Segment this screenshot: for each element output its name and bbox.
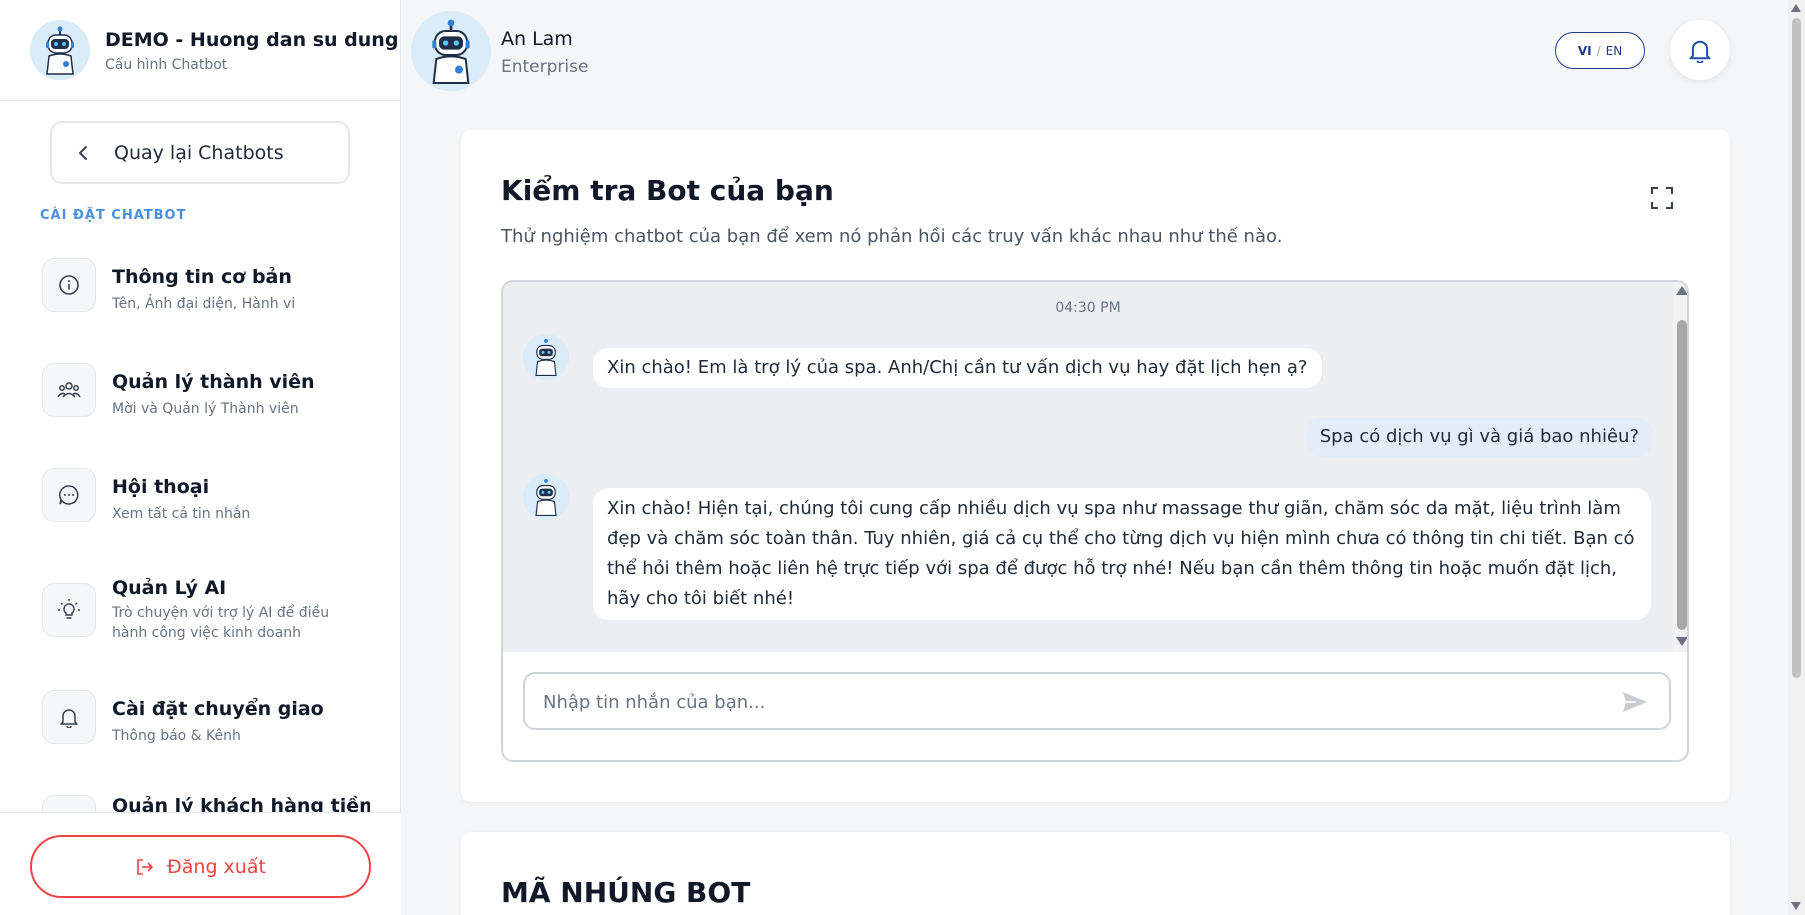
test-bot-card: Kiểm tra Bot của bạn Thử nghiệm chatbot …	[461, 130, 1730, 802]
chat-scrollbar[interactable]	[1673, 282, 1687, 652]
sidebar-item-desc: Trò chuyện với trợ lý AI để điều hành cô…	[112, 605, 330, 641]
back-to-chatbots-button[interactable]: Quay lại Chatbots	[50, 121, 350, 184]
embed-card-title: MÃ NHÚNG BOT	[501, 876, 751, 909]
message-timestamp: 04:30 PM	[1055, 300, 1121, 316]
scroll-thumb[interactable]	[1677, 320, 1687, 630]
bot-message: Xin chào! Hiện tại, chúng tôi cung cấp n…	[593, 488, 1651, 620]
sidebar-item-label: Cài đặt chuyển giao	[112, 698, 324, 720]
logout-icon	[137, 858, 154, 875]
send-icon[interactable]	[1620, 687, 1650, 717]
sidebar-item-desc: Tên, Ảnh đại diện, Hành vi	[112, 296, 296, 312]
card-description: Thử nghiệm chatbot của bạn để xem nó phả…	[501, 226, 1283, 247]
notifications-button[interactable]	[1670, 20, 1730, 80]
sidebar-item-label: Quản Lý AI	[112, 577, 227, 599]
sidebar-item-leads[interactable]: Quản lý khách hàng tiềm	[40, 795, 370, 812]
info-icon	[42, 258, 96, 312]
scroll-up-arrow-icon[interactable]	[1676, 286, 1687, 295]
robot-icon	[411, 11, 491, 91]
scroll-down-arrow-icon[interactable]	[1676, 637, 1687, 646]
sidebar: DEMO - Huong dan su dung Cấu hình Chatbo…	[0, 0, 401, 915]
scroll-down-arrow-icon[interactable]	[1791, 902, 1801, 910]
scroll-up-arrow-icon[interactable]	[1791, 4, 1801, 12]
logout-button[interactable]: Đăng xuất	[30, 835, 371, 898]
sidebar-footer: Đăng xuất	[0, 812, 401, 915]
embed-code-card: MÃ NHÚNG BOT	[461, 832, 1730, 915]
sidebar-item-desc: Thông báo & Kênh	[112, 728, 241, 744]
bot-message: Xin chào! Em là trợ lý của spa. Anh/Chị …	[593, 348, 1322, 388]
sidebar-item-label: Thông tin cơ bản	[112, 266, 292, 288]
chatbot-avatar	[30, 20, 90, 80]
chatbot-subtitle: Cấu hình Chatbot	[105, 57, 228, 73]
logout-label: Đăng xuất	[167, 855, 266, 878]
lang-separator: /	[1596, 43, 1601, 58]
sidebar-item-ai-management[interactable]: Quản Lý AI Trò chuyện với trợ lý AI để đ…	[40, 577, 370, 651]
sidebar-item-basic-info[interactable]: Thông tin cơ bản Tên, Ảnh đại diện, Hành…	[40, 258, 370, 318]
lightbulb-icon	[42, 583, 96, 637]
chat-input-container	[523, 672, 1671, 730]
sidebar-item-label: Quản lý khách hàng tiềm	[112, 795, 370, 812]
user-message: Spa có dịch vụ gì và giá bao nhiêu?	[1305, 417, 1653, 457]
bell-icon	[1689, 40, 1711, 63]
page-scroll-thumb[interactable]	[1792, 18, 1801, 678]
chat-window: 04:30 PM Xin chào! Em là trợ lý của spa.…	[501, 280, 1689, 762]
chatbot-name: DEMO - Huong dan su dung	[105, 29, 399, 51]
chat-bubble-icon	[42, 468, 96, 522]
fullscreen-icon[interactable]	[1649, 185, 1675, 211]
sidebar-header: DEMO - Huong dan su dung Cấu hình Chatbo…	[0, 0, 401, 101]
users-icon	[42, 363, 96, 417]
section-label: CÀI ĐẶT CHATBOT	[40, 208, 187, 223]
lang-active: VI	[1577, 43, 1592, 58]
chat-messages[interactable]: 04:30 PM Xin chào! Em là trợ lý của spa.…	[503, 282, 1673, 652]
lang-other: EN	[1605, 43, 1623, 58]
sidebar-item-label: Quản lý thành viên	[112, 371, 315, 393]
sidebar-item-members[interactable]: Quản lý thành viên Mời và Quản lý Thành …	[40, 363, 370, 423]
sidebar-item-desc: Mời và Quản lý Thành viên	[112, 401, 299, 417]
sidebar-item-handoff-settings[interactable]: Cài đặt chuyển giao Thông báo & Kênh	[40, 690, 370, 750]
user-avatar[interactable]	[411, 11, 491, 91]
user-plan: Enterprise	[501, 57, 589, 77]
language-toggle[interactable]: VI / EN	[1555, 32, 1645, 69]
chevron-left-icon	[79, 145, 87, 160]
robot-icon	[523, 474, 569, 520]
sidebar-item-conversations[interactable]: Hội thoại Xem tất cả tin nhắn	[40, 468, 370, 528]
card-title: Kiểm tra Bot của bạn	[501, 174, 834, 207]
bell-icon	[42, 690, 96, 744]
sidebar-item-label: Hội thoại	[112, 476, 210, 498]
chat-input[interactable]	[543, 688, 1593, 716]
bot-avatar	[523, 474, 569, 520]
page-scrollbar[interactable]	[1788, 0, 1805, 915]
sidebar-item-desc: Xem tất cả tin nhắn	[112, 506, 251, 522]
user-name: An Lam	[501, 28, 573, 50]
back-label: Quay lại Chatbots	[114, 141, 284, 164]
robot-icon	[523, 334, 569, 380]
robot-icon	[30, 20, 90, 80]
bot-avatar	[523, 334, 569, 380]
funnel-icon	[42, 795, 96, 812]
